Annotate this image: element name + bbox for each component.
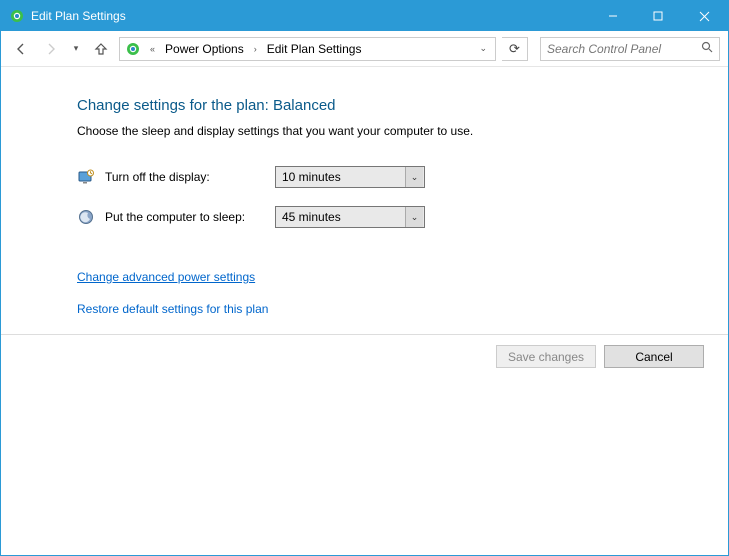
power-options-icon (124, 40, 142, 58)
address-bar[interactable]: « Power Options › Edit Plan Settings ⌄ (119, 37, 496, 61)
content-area: Change settings for the plan: Balanced C… (1, 67, 728, 316)
footer-buttons: Save changes Cancel (1, 335, 728, 368)
history-chevron-icon[interactable]: « (146, 44, 159, 54)
search-box[interactable]: Search Control Panel (540, 37, 720, 61)
cancel-button[interactable]: Cancel (604, 345, 704, 368)
recent-locations-button[interactable]: ▾ (69, 37, 83, 61)
close-button[interactable] (680, 1, 728, 31)
breadcrumb-edit-plan[interactable]: Edit Plan Settings (265, 42, 364, 56)
chevron-right-icon[interactable]: › (250, 44, 261, 54)
app-icon (9, 8, 25, 24)
search-icon (701, 41, 713, 56)
sleep-timeout-value: 45 minutes (282, 210, 405, 224)
display-timeout-dropdown[interactable]: 10 minutes ⌄ (275, 166, 425, 188)
page-heading: Change settings for the plan: Balanced (77, 97, 708, 114)
chevron-down-icon: ⌄ (405, 167, 423, 187)
chevron-down-icon: ⌄ (405, 207, 423, 227)
window-title: Edit Plan Settings (31, 9, 126, 23)
sleep-label: Put the computer to sleep: (105, 210, 265, 224)
breadcrumb-power-options[interactable]: Power Options (163, 42, 246, 56)
up-button[interactable] (89, 37, 113, 61)
address-expand-button[interactable]: ⌄ (475, 43, 491, 54)
titlebar: Edit Plan Settings (1, 1, 728, 31)
display-label: Turn off the display: (105, 170, 265, 184)
link-restore-defaults[interactable]: Restore default settings for this plan (77, 302, 708, 316)
forward-button (39, 37, 63, 61)
navbar: ▾ « Power Options › Edit Plan Settings ⌄… (1, 31, 728, 67)
display-icon (77, 168, 95, 186)
links-area: Change advanced power settings Restore d… (77, 270, 708, 316)
search-placeholder: Search Control Panel (547, 42, 701, 56)
sleep-icon (77, 208, 95, 226)
display-timeout-value: 10 minutes (282, 170, 405, 184)
minimize-button[interactable] (590, 1, 635, 31)
row-sleep: Put the computer to sleep: 45 minutes ⌄ (77, 206, 708, 228)
back-button[interactable] (9, 37, 33, 61)
save-button: Save changes (496, 345, 596, 368)
link-advanced-settings[interactable]: Change advanced power settings (77, 270, 708, 284)
page-subtext: Choose the sleep and display settings th… (77, 124, 708, 138)
sleep-timeout-dropdown[interactable]: 45 minutes ⌄ (275, 206, 425, 228)
row-display: Turn off the display: 10 minutes ⌄ (77, 166, 708, 188)
maximize-button[interactable] (635, 1, 680, 31)
refresh-button[interactable]: ⟳ (502, 37, 528, 61)
